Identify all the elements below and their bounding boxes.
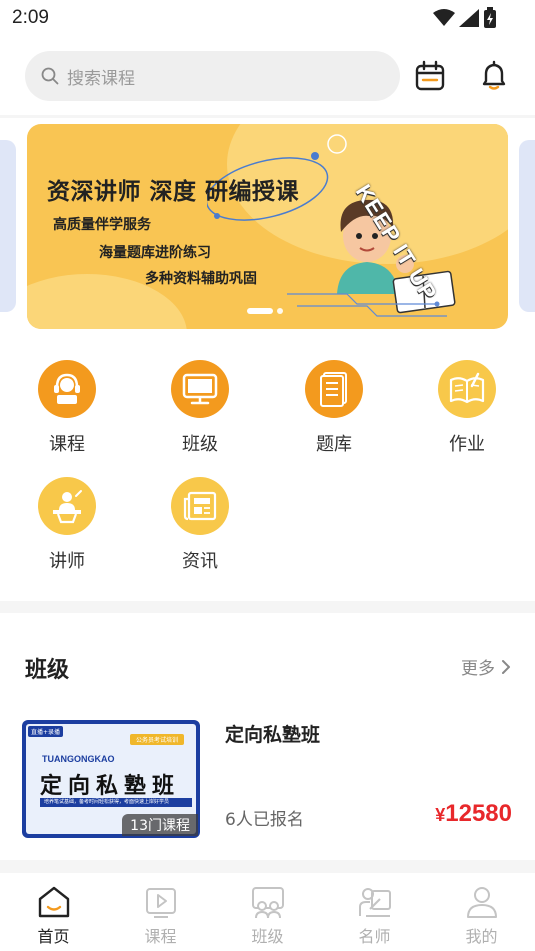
grid-label-courses: 课程 xyxy=(49,434,85,455)
nav-item-home[interactable]: 首页 xyxy=(0,873,107,951)
profile-icon xyxy=(466,887,497,918)
class-icon xyxy=(251,887,284,919)
banner-prev-peek[interactable] xyxy=(0,140,16,312)
price-value: 12580 xyxy=(445,800,512,827)
calendar-button[interactable] xyxy=(413,58,447,94)
thumbnail-title: 定向私塾班 xyxy=(40,774,181,799)
carousel-dot xyxy=(277,308,283,314)
section-divider xyxy=(0,601,535,613)
chevron-right-icon xyxy=(502,659,510,674)
grid-item-courses[interactable]: 课程 xyxy=(17,360,117,456)
nav-label-teachers: 名师 xyxy=(358,927,391,946)
status-time: 2:09 xyxy=(12,7,49,28)
banner-circuit-lines xyxy=(287,293,447,317)
grid-label-lecturers: 讲师 xyxy=(49,551,85,572)
monitor-icon xyxy=(171,360,229,418)
calendar-icon xyxy=(415,60,445,91)
search-placeholder: 搜索课程 xyxy=(67,68,135,89)
grid-item-homework[interactable]: 作业 xyxy=(417,360,517,456)
nav-item-courses[interactable]: 课程 xyxy=(107,873,214,951)
more-label: 更多 xyxy=(461,659,495,679)
nav-label-profile: 我的 xyxy=(465,927,498,946)
lecturer-icon xyxy=(38,477,96,535)
banner-slide[interactable]: 资深讲师 深度 研编授课 高质量伴学服务 海量题库进阶练习 多种资料辅助巩固 K… xyxy=(27,124,508,329)
nav-item-teachers[interactable]: 名师 xyxy=(321,873,428,951)
grid-label-classes: 班级 xyxy=(182,434,218,455)
header-divider xyxy=(0,115,535,118)
nav-label-classes: 班级 xyxy=(251,927,284,946)
bell-icon xyxy=(482,60,506,90)
nav-item-classes[interactable]: 班级 xyxy=(214,873,321,951)
thumbnail-tag-2: 公务员考试培训 xyxy=(129,734,184,745)
notification-button[interactable] xyxy=(477,58,511,94)
grid-item-news[interactable]: 资讯 xyxy=(150,477,250,573)
grid-item-lecturers[interactable]: 讲师 xyxy=(17,477,117,573)
battery-icon xyxy=(484,7,496,28)
thumbnail-subtitle: 培养笔试基础，备考时间轻松获得，考面快速上岸好学员 xyxy=(40,798,192,807)
banner-headline: 资深讲师 深度 研编授课 xyxy=(47,179,300,205)
status-icons xyxy=(433,7,497,29)
grid-label-homework: 作业 xyxy=(449,434,485,455)
thumbnail-tag: 直播+录播 xyxy=(28,726,64,737)
grid-item-question-bank[interactable]: 题库 xyxy=(284,360,384,456)
home-icon xyxy=(38,886,69,918)
banner-next-peek[interactable] xyxy=(519,140,535,312)
course-enrolled-count: 6人已报名 xyxy=(225,810,304,830)
carousel-dot-active xyxy=(247,308,273,314)
grid-label-question-bank: 题库 xyxy=(316,434,352,455)
thumbnail-brand: TUANGONGKAO xyxy=(42,754,115,764)
course-price: ¥12580 xyxy=(435,800,512,828)
course-count-badge: 13门课程 xyxy=(122,814,198,836)
document-icon xyxy=(305,360,363,418)
banner-line-2: 海量题库进阶练习 xyxy=(99,245,211,261)
book-icon xyxy=(438,360,496,418)
nav-label-courses: 课程 xyxy=(144,927,177,946)
signal-icon xyxy=(459,9,479,27)
grid-item-classes[interactable]: 班级 xyxy=(150,360,250,456)
headset-icon xyxy=(38,360,96,418)
nav-item-profile[interactable]: 我的 xyxy=(428,873,535,951)
search-icon xyxy=(41,67,59,85)
nav-label-home: 首页 xyxy=(37,927,70,946)
section-title-classes: 班级 xyxy=(25,658,70,683)
bottom-divider xyxy=(0,860,535,873)
banner-line-1: 高质量伴学服务 xyxy=(53,217,151,233)
teacher-icon xyxy=(358,888,391,917)
banner-line-3: 多种资料辅助巩固 xyxy=(145,271,257,287)
status-bar: 2:09 xyxy=(0,0,535,36)
more-link[interactable]: 更多 xyxy=(461,654,511,679)
grid-label-news: 资讯 xyxy=(182,551,218,572)
carousel-indicator xyxy=(247,308,283,314)
course-thumbnail[interactable]: 直播+录播 公务员考试培训 TUANGONGKAO 定向私塾班 培养笔试基础，备… xyxy=(22,720,200,838)
newspaper-icon xyxy=(171,477,229,535)
price-currency: ¥ xyxy=(435,805,446,825)
play-icon xyxy=(145,888,176,918)
course-name[interactable]: 定向私塾班 xyxy=(225,720,320,747)
wifi-icon xyxy=(433,9,455,26)
search-input[interactable]: 搜索课程 xyxy=(25,51,400,101)
bottom-nav: 首页 课程 班级 名师 我的 xyxy=(0,873,535,951)
